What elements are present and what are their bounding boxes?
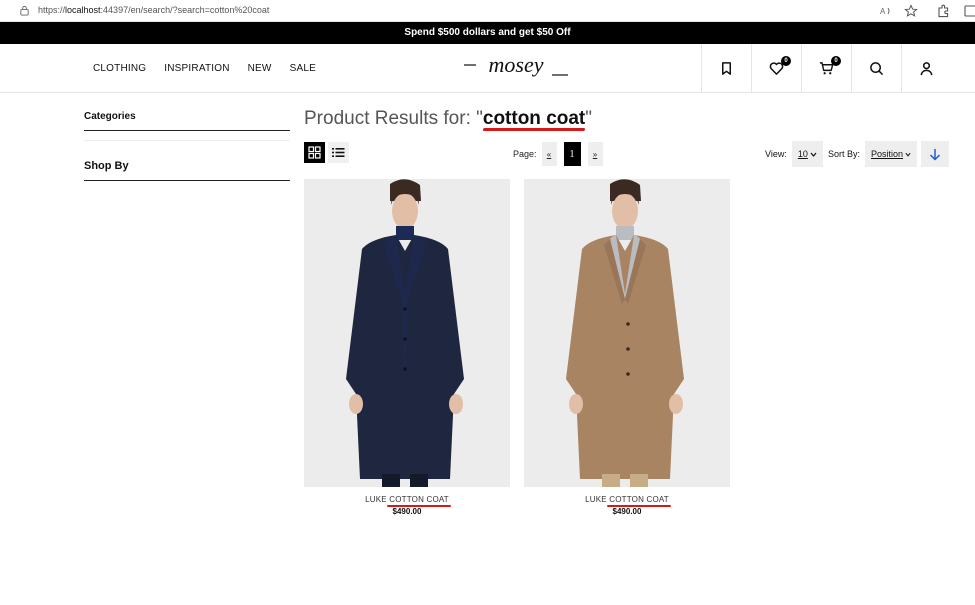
product-image[interactable]	[304, 179, 510, 487]
main-nav: CLOTHING INSPIRATION NEW SALE	[93, 44, 334, 93]
list-view-button[interactable]	[328, 142, 349, 163]
view-label: View:	[765, 149, 787, 159]
bookmark-button[interactable]	[701, 44, 751, 93]
product-name-highlight: COTTON COAT	[609, 495, 669, 504]
view-count-value: 10	[797, 149, 808, 159]
product-name-highlight: COTTON COAT	[389, 495, 449, 504]
categories-heading[interactable]: Categories	[84, 108, 290, 131]
search-query: cotton coat	[482, 108, 586, 129]
cart-button[interactable]: 0	[801, 44, 851, 93]
lock-icon	[20, 5, 29, 16]
nav-clothing[interactable]: CLOTHING	[93, 63, 146, 74]
browser-address-bar: https://localhost:44397/en/search/?searc…	[0, 0, 975, 22]
grid-icon	[308, 146, 321, 159]
url-rest: :44397/en/search/?search=cotton%20coat	[100, 5, 270, 15]
results-toolbar: Page: « 1 » View: 10 Sort By: Position	[304, 141, 949, 167]
chevron-down-icon	[810, 152, 817, 157]
current-page[interactable]: 1	[563, 142, 581, 166]
svg-text:A: A	[880, 7, 886, 16]
prev-page-button[interactable]: «	[541, 142, 557, 166]
page-title: Product Results for: "cotton coat"	[304, 108, 592, 130]
url-prefix: https://	[38, 5, 66, 15]
filter-sidebar: Categories Shop By	[84, 108, 290, 181]
sidebar-divider	[84, 131, 290, 141]
url-host: localhost	[65, 5, 101, 15]
product-name-prefix: LUKE	[365, 495, 390, 504]
search-icon	[870, 62, 884, 76]
shop-by-heading[interactable]: Shop By	[84, 152, 290, 181]
product-name[interactable]: LUKE COTTON COAT	[304, 495, 510, 504]
product-name[interactable]: LUKE COTTON COAT	[524, 495, 730, 504]
account-button[interactable]	[901, 44, 951, 93]
sidebar-toggle-icon[interactable]	[963, 4, 975, 18]
chevron-down-icon	[905, 152, 911, 157]
list-icon	[332, 148, 345, 157]
product-card[interactable]: LUKE COTTON COAT $490.00	[524, 179, 730, 516]
read-aloud-icon[interactable]: A	[879, 4, 893, 18]
wishlist-count-badge: 0	[781, 56, 791, 66]
nav-inspiration[interactable]: INSPIRATION	[164, 63, 229, 74]
user-icon	[920, 62, 933, 76]
nav-sale[interactable]: SALE	[290, 63, 316, 74]
product-price: $490.00	[392, 507, 422, 516]
view-count-control: View: 10	[765, 141, 823, 167]
product-card[interactable]: LUKE COTTON COAT $490.00	[304, 179, 510, 516]
product-image[interactable]	[524, 179, 730, 487]
favorite-star-icon[interactable]	[904, 4, 918, 18]
title-prefix: Product Results for: "	[304, 108, 483, 129]
next-page-button[interactable]: »	[587, 142, 603, 166]
search-button[interactable]	[851, 44, 901, 93]
page-label: Page:	[513, 149, 537, 159]
nav-new[interactable]: NEW	[248, 63, 272, 74]
product-photo	[524, 179, 730, 487]
site-header: CLOTHING INSPIRATION NEW SALE mosey 0 0	[0, 44, 975, 93]
sort-direction-button[interactable]	[921, 141, 949, 167]
grid-view-button[interactable]	[304, 142, 325, 163]
cart-count-badge: 0	[831, 56, 841, 66]
sort-value: Position	[871, 149, 904, 159]
promo-text: Spend $500 dollars and get $50 Off	[404, 27, 571, 38]
header-icons: 0 0	[701, 44, 951, 93]
extensions-icon[interactable]	[936, 4, 950, 18]
logo-text: mosey	[489, 55, 544, 77]
url-field[interactable]: https://localhost:44397/en/search/?searc…	[38, 5, 269, 15]
pagination: Page: « 1 »	[513, 141, 610, 167]
view-count-select[interactable]: 10	[791, 141, 823, 167]
sort-control: Sort By: Position	[828, 141, 918, 167]
product-name-prefix: LUKE	[585, 495, 610, 504]
brand-logo[interactable]: mosey	[464, 55, 568, 81]
product-price: $490.00	[612, 507, 642, 516]
wishlist-button[interactable]: 0	[751, 44, 801, 93]
product-photo	[304, 179, 510, 487]
title-suffix: "	[585, 108, 593, 129]
bookmark-icon	[722, 62, 731, 75]
sort-label: Sort By:	[828, 149, 861, 159]
arrow-down-icon	[929, 148, 941, 161]
sort-select[interactable]: Position	[865, 141, 918, 167]
promo-banner: Spend $500 dollars and get $50 Off	[0, 22, 975, 44]
